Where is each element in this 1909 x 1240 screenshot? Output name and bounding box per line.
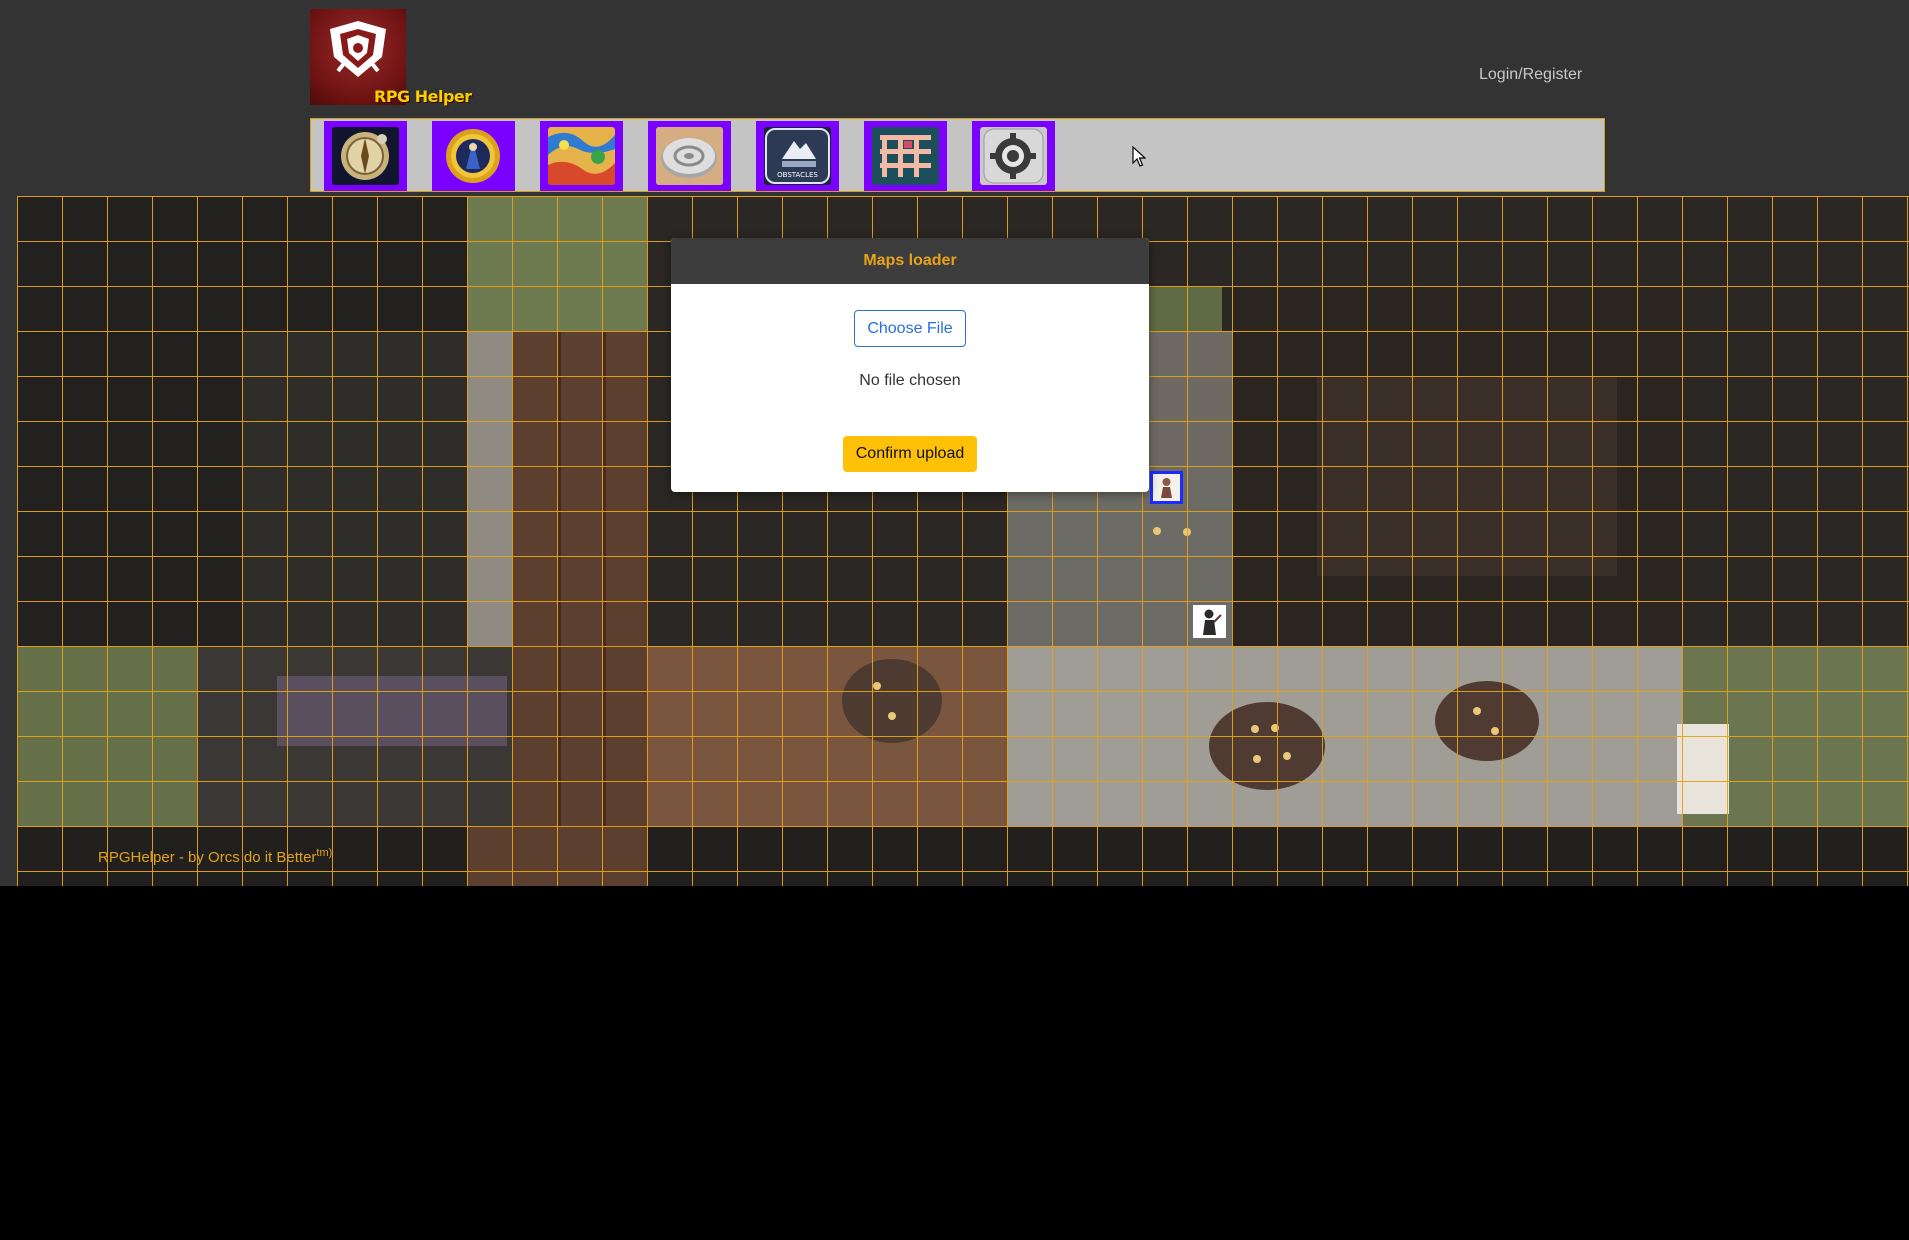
choose-file-button[interactable]: Choose File	[854, 310, 966, 347]
tool-button-compass-map[interactable]	[324, 121, 407, 191]
logo-text: RPG Helper	[374, 87, 472, 106]
confirm-upload-button[interactable]: Confirm upload	[843, 436, 977, 472]
wizard-coin-icon	[440, 127, 507, 185]
tool-button-colorful-map[interactable]	[540, 121, 623, 191]
character-token-icon	[1193, 605, 1226, 638]
modal-header: Maps loader	[671, 238, 1149, 284]
shield-emblem-icon	[330, 21, 386, 77]
compass-map-icon	[332, 127, 399, 185]
grid-maze-icon	[872, 127, 939, 185]
colorful-map-icon	[548, 127, 615, 185]
mouse-cursor-icon	[1132, 146, 1146, 167]
tool-button-settings[interactable]	[972, 121, 1055, 191]
selected-character-token[interactable]	[1150, 471, 1183, 504]
tool-bar: OBSTACLES	[310, 118, 1605, 192]
modal-title: Maps loader	[863, 252, 957, 269]
footer-credit: RPGHelper - by Orcs do it Bettertm)	[98, 847, 332, 866]
character-token[interactable]	[1193, 605, 1226, 638]
login-register-link[interactable]: Login/Register	[1479, 66, 1582, 84]
obstacles-caption: OBSTACLES	[777, 171, 818, 179]
tool-button-disc-token[interactable]	[648, 121, 731, 191]
character-token-icon	[1153, 474, 1180, 501]
footer-text: RPGHelper - by Orcs do it Better	[98, 849, 317, 866]
tool-button-grid-maze[interactable]	[864, 121, 947, 191]
tool-button-wizard-coin[interactable]	[432, 121, 515, 191]
obstacles-icon: OBSTACLES	[764, 127, 831, 185]
rpg-helper-logo[interactable]: RPG Helper	[310, 9, 472, 106]
maps-loader-modal: Maps loader Choose File No file chosen C…	[671, 238, 1149, 492]
tool-button-obstacles[interactable]: OBSTACLES	[756, 121, 839, 191]
footer-trademark: tm)	[316, 847, 333, 859]
disc-token-icon	[656, 127, 723, 185]
settings-gear-icon	[980, 127, 1047, 185]
file-status-text: No file chosen	[859, 372, 961, 389]
app-page: RPG Helper Login/Register OBSTACLES RPGH…	[0, 0, 1909, 886]
